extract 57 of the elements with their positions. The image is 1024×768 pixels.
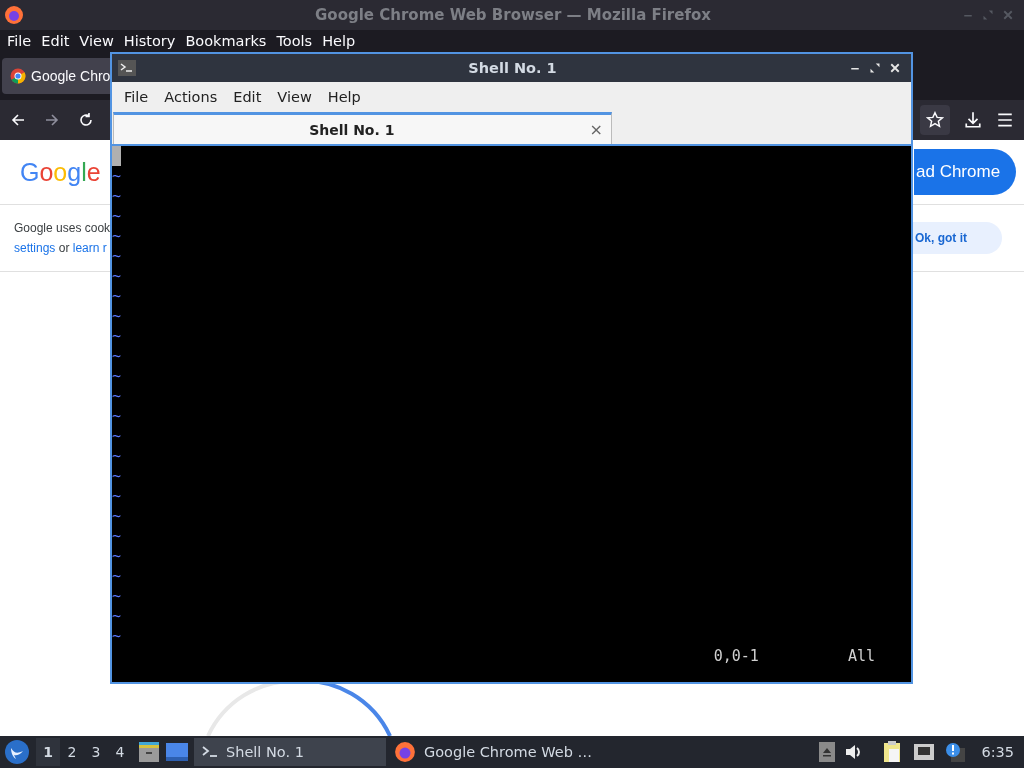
cursor-position: 0,0-1 <box>713 646 759 666</box>
settings-link[interactable]: settings <box>14 241 56 255</box>
menu-item[interactable]: Actions <box>156 89 226 105</box>
empty-line-marker: ~ <box>112 346 121 366</box>
empty-line-marker: ~ <box>112 186 121 206</box>
workspace-button[interactable]: 4 <box>108 738 132 766</box>
empty-line-marker: ~ <box>112 586 121 606</box>
empty-line-marker: ~ <box>112 326 121 346</box>
cookie-text: Google uses cook <box>14 220 111 237</box>
close-tab-button[interactable]: × <box>589 120 603 139</box>
empty-line-marker: ~ <box>112 226 121 246</box>
download-button[interactable]: ad Chrome <box>914 149 1016 195</box>
empty-line-marker: ~ <box>112 446 121 466</box>
empty-line-marker: ~ <box>112 406 121 426</box>
menu-item[interactable]: History <box>118 33 181 49</box>
menu-item[interactable]: Bookmarks <box>180 33 272 49</box>
empty-line-marker: ~ <box>112 506 121 526</box>
workspace-button[interactable]: 2 <box>60 738 84 766</box>
empty-line-marker: ~ <box>112 546 121 566</box>
workspace-button[interactable]: 3 <box>84 738 108 766</box>
menu-item[interactable]: Edit <box>225 89 270 105</box>
learn-more-link[interactable]: learn r <box>72 241 107 255</box>
terminal-tab[interactable]: Shell No. 1 × <box>113 112 612 144</box>
empty-line-marker: ~ <box>112 246 121 266</box>
empty-line-marker: ~ <box>112 566 121 586</box>
empty-line-marker: ~ <box>112 366 121 386</box>
empty-line-marker: ~ <box>112 426 121 446</box>
menu-item[interactable]: Edit <box>36 33 75 49</box>
empty-line-marker: ~ <box>112 266 121 286</box>
cookie-text: or <box>58 241 70 255</box>
ok-button[interactable]: Ok, got it <box>913 222 1002 254</box>
window-title: Google Chrome Web Browser — Mozilla Firefox <box>314 6 712 24</box>
google-logo: Google <box>20 157 101 187</box>
menu-item[interactable]: File <box>2 33 37 49</box>
menu-item[interactable]: Help <box>319 89 369 105</box>
menu-item[interactable]: View <box>269 89 320 105</box>
empty-line-marker: ~ <box>112 606 121 626</box>
empty-line-marker: ~ <box>112 526 121 546</box>
empty-line-marker: ~ <box>112 306 121 326</box>
menu-item[interactable]: File <box>116 89 157 105</box>
browser-tab[interactable]: Google Chro <box>2 58 111 94</box>
menu-item[interactable]: Tools <box>271 33 318 49</box>
empty-line-marker: ~ <box>112 386 121 406</box>
workspace-button[interactable]: 1 <box>36 738 60 766</box>
window-title: Shell No. 1 <box>467 60 558 76</box>
clock: 6:35 <box>981 744 1014 760</box>
taskbar-task[interactable]: Google Chrome Web … <box>386 738 600 766</box>
menu-item[interactable]: Help <box>317 33 361 49</box>
empty-line-marker: ~ <box>112 466 121 486</box>
empty-line-marker: ~ <box>112 626 121 646</box>
empty-line-marker: ~ <box>112 206 121 226</box>
scroll-position: All <box>847 646 875 666</box>
empty-line-marker: ~ <box>112 486 121 506</box>
empty-line-marker: ~ <box>112 166 121 186</box>
taskbar-task[interactable]: Shell No. 1 <box>194 738 386 766</box>
menu-item[interactable]: View <box>74 33 119 49</box>
empty-line-marker: ~ <box>112 286 121 306</box>
